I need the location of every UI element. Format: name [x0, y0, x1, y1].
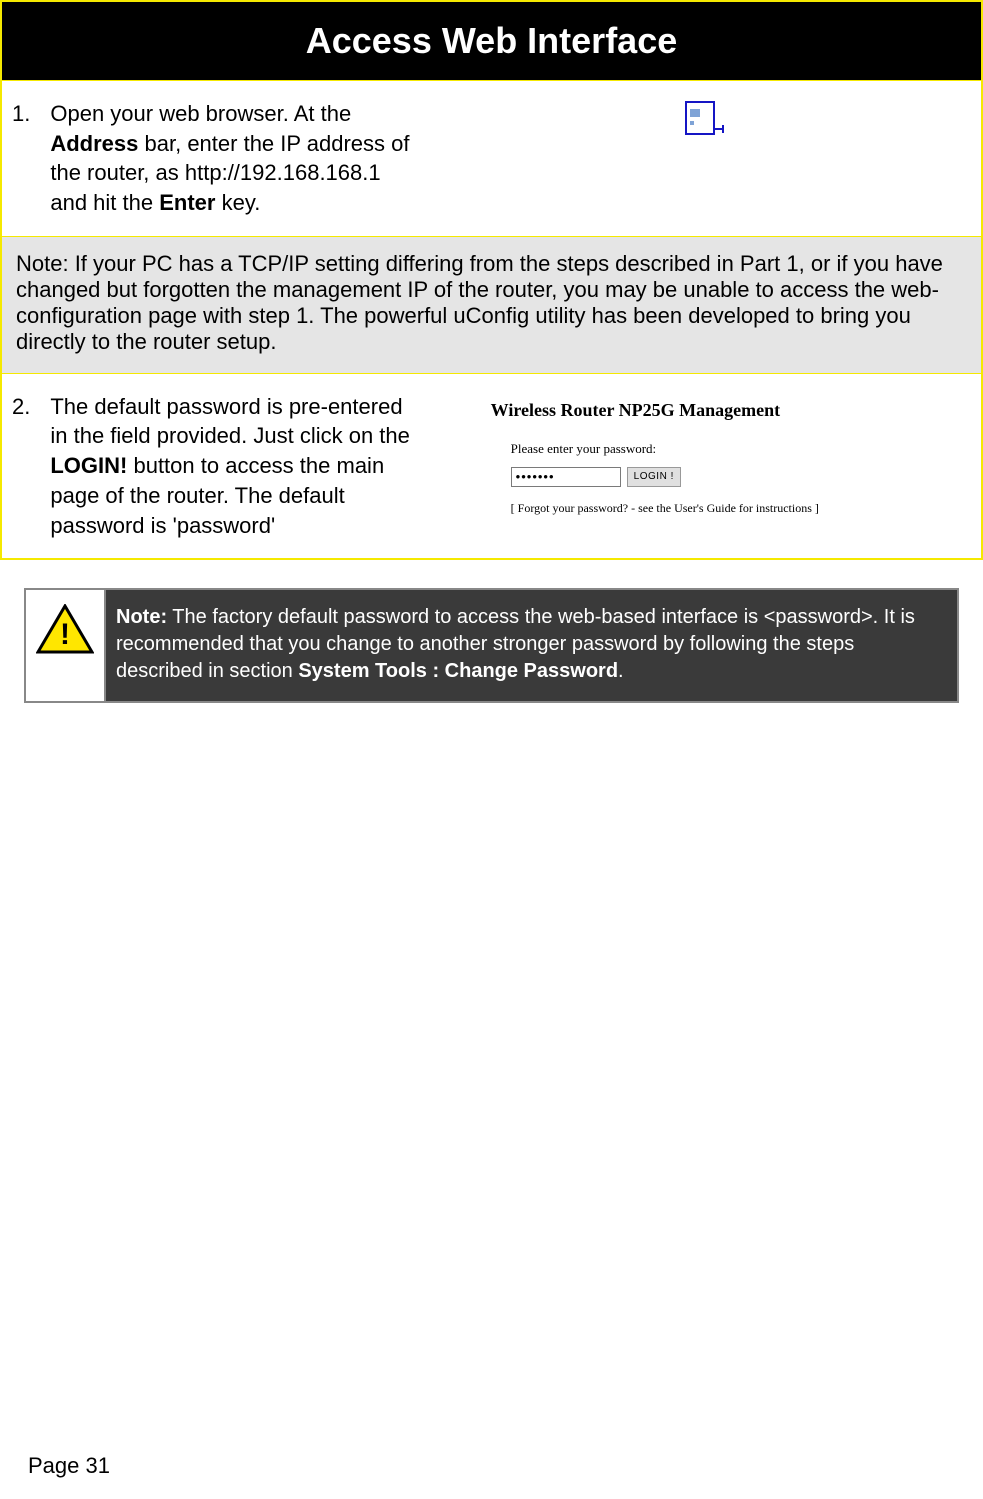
- step2-image: Wireless Router NP25G Management Please …: [430, 373, 982, 559]
- svg-text:!: !: [60, 618, 70, 651]
- login-screenshot: Wireless Router NP25G Management Please …: [491, 392, 921, 516]
- step1-text: Open your web browser. At the Address ba…: [40, 81, 430, 237]
- warning-note-label: Note:: [116, 606, 167, 628]
- login-title: Wireless Router NP25G Management: [491, 400, 921, 421]
- bold-enter: Enter: [159, 190, 215, 215]
- bold-address: Address: [50, 131, 138, 156]
- warning-section-ref: System Tools : Change Password: [298, 660, 618, 682]
- warning-icon-cell: !: [26, 590, 106, 701]
- header-row: Access Web Interface: [1, 1, 982, 81]
- login-input-row: LOGIN !: [511, 467, 921, 487]
- main-table: Access Web Interface 1. Open your web br…: [0, 0, 983, 560]
- note1-text: Note: If your PC has a TCP/IP setting di…: [1, 236, 982, 373]
- warning-box: ! Note: The factory default password to …: [24, 588, 959, 703]
- warning-triangle-icon: !: [36, 604, 94, 659]
- step1-image: [430, 81, 982, 237]
- step2-number: 2.: [1, 373, 40, 559]
- step1-row: 1. Open your web browser. At the Address…: [1, 81, 982, 237]
- login-button[interactable]: LOGIN !: [627, 467, 681, 487]
- bold-login: LOGIN!: [50, 453, 127, 478]
- login-forgot: [ Forgot your password? - see the User's…: [511, 501, 921, 516]
- warning-text: Note: The factory default password to ac…: [106, 590, 957, 701]
- step2-text: The default password is pre-entered in t…: [40, 373, 430, 559]
- page-title: Access Web Interface: [1, 1, 982, 81]
- step1-number: 1.: [1, 81, 40, 237]
- login-prompt: Please enter your password:: [511, 441, 921, 457]
- note1-row: Note: If your PC has a TCP/IP setting di…: [1, 236, 982, 373]
- password-input[interactable]: [511, 467, 621, 487]
- step2-row: 2. The default password is pre-entered i…: [1, 373, 982, 559]
- page-number: Page 31: [28, 1453, 110, 1479]
- browser-window-icon: [685, 101, 727, 141]
